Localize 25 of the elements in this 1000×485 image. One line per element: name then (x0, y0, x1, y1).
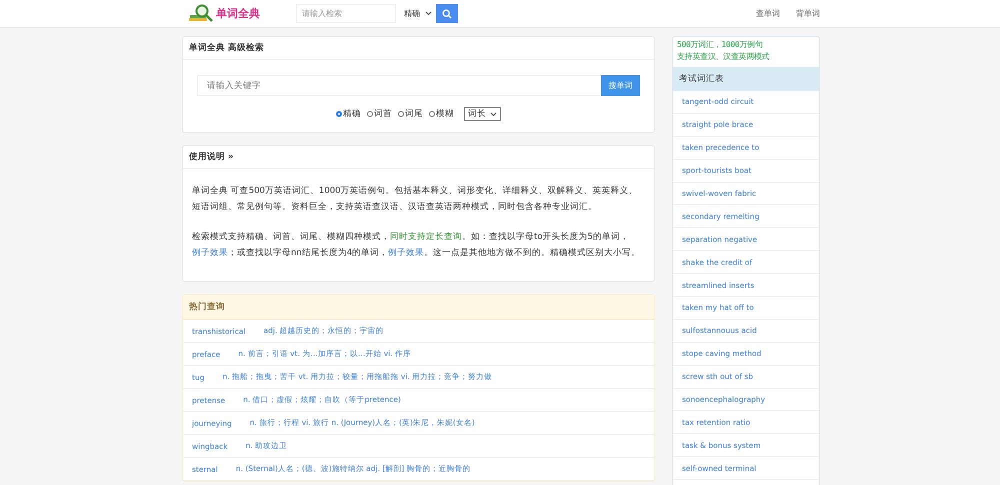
chevron-down-icon (425, 11, 432, 16)
example-link[interactable]: 例子效果 (388, 248, 424, 258)
keyword-field[interactable]: 请输入关键字 (197, 75, 601, 96)
card-title: 单词全典 高级检索 (189, 42, 264, 54)
search-words-button[interactable]: 搜单词 (601, 75, 640, 96)
search-field[interactable]: 请输入检索 (296, 4, 396, 23)
magnifier-books-icon (188, 4, 214, 24)
section-header: 热门查询 (183, 295, 654, 320)
nav-link[interactable]: 查单词 (756, 8, 780, 19)
mode-radio[interactable]: 模糊 (429, 108, 454, 120)
mode-radio[interactable]: 词尾 (398, 108, 423, 120)
search-icon (442, 8, 452, 18)
example-link[interactable]: 例子效果 (192, 248, 228, 258)
search-button[interactable] (436, 4, 458, 23)
sidebar-header: 考试词汇表 (673, 67, 819, 91)
site-logo-text[interactable]: 单词全典 (216, 6, 260, 21)
nav-link[interactable]: 背单词 (796, 8, 820, 19)
mode-radio[interactable]: 词首 (367, 108, 392, 120)
slogan-text: 500万词汇，1000万例句 支持英查汉、汉查英两模式 (676, 39, 770, 63)
usage-paragraph: 单词全典 可查500万英语词汇、1000万英语例句。包括基本释义、词形变化、详细释义、双解释义、英英释义、短语词组、常见例句等。资料巨全，支持英语查汉语、汉语查英语两种模式，同时包含各种专业词汇。 (192, 185, 639, 214)
length-dropdown[interactable]: 词长 (464, 107, 501, 121)
card-title: 使用说明 » (189, 151, 234, 163)
mode-radio[interactable]: 精确 (336, 108, 361, 120)
chevron-down-icon (490, 112, 497, 116)
usage-paragraph: 检索模式支持精确、词首、词尾、模糊四种模式，同时支持定长查询。如：查找以字母to开头长度为5的单词， 例子效果；或查找以字母nn结尾长度为4的单词，例子效果。这一点是其他地方做不到的。精确模式区别大小写。 (192, 230, 642, 260)
